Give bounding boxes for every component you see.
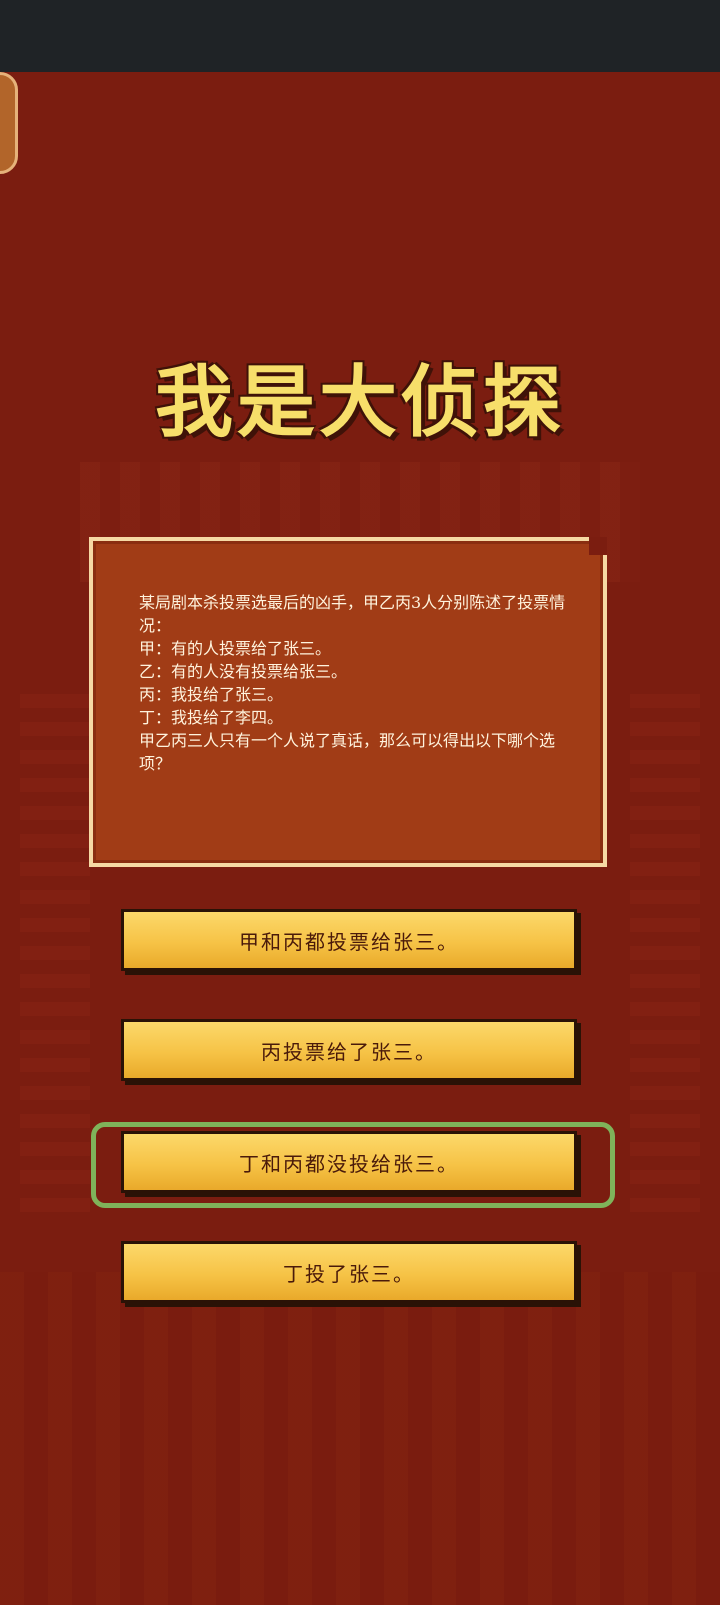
answer-option-1[interactable]: 甲和丙都投票给张三。 <box>121 909 577 971</box>
game-title: 我是大侦探 <box>154 358 565 448</box>
side-tab-button[interactable] <box>0 72 18 174</box>
background-floor <box>0 1272 720 1605</box>
answer-option-label: 丙投票给了张三。 <box>261 1039 437 1064</box>
answer-option-3[interactable]: 丁和丙都没投给张三。 <box>121 1131 577 1193</box>
background-pillar-right <box>630 692 700 1212</box>
status-bar <box>0 0 720 72</box>
answer-option-label: 丁和丙都没投给张三。 <box>239 1151 459 1176</box>
answer-option-2[interactable]: 丙投票给了张三。 <box>121 1019 577 1081</box>
answer-option-label: 丁投了张三。 <box>283 1261 415 1286</box>
question-card: 某局剧本杀投票选最后的凶手，甲乙丙3人分别陈述了投票情况： 甲：有的人投票给了张… <box>89 537 607 867</box>
answer-option-4[interactable]: 丁投了张三。 <box>121 1241 577 1303</box>
question-text: 某局剧本杀投票选最后的凶手，甲乙丙3人分别陈述了投票情况： 甲：有的人投票给了张… <box>139 593 566 773</box>
background-pillar-left <box>20 692 90 1212</box>
answer-option-label: 甲和丙都投票给张三。 <box>239 929 459 954</box>
